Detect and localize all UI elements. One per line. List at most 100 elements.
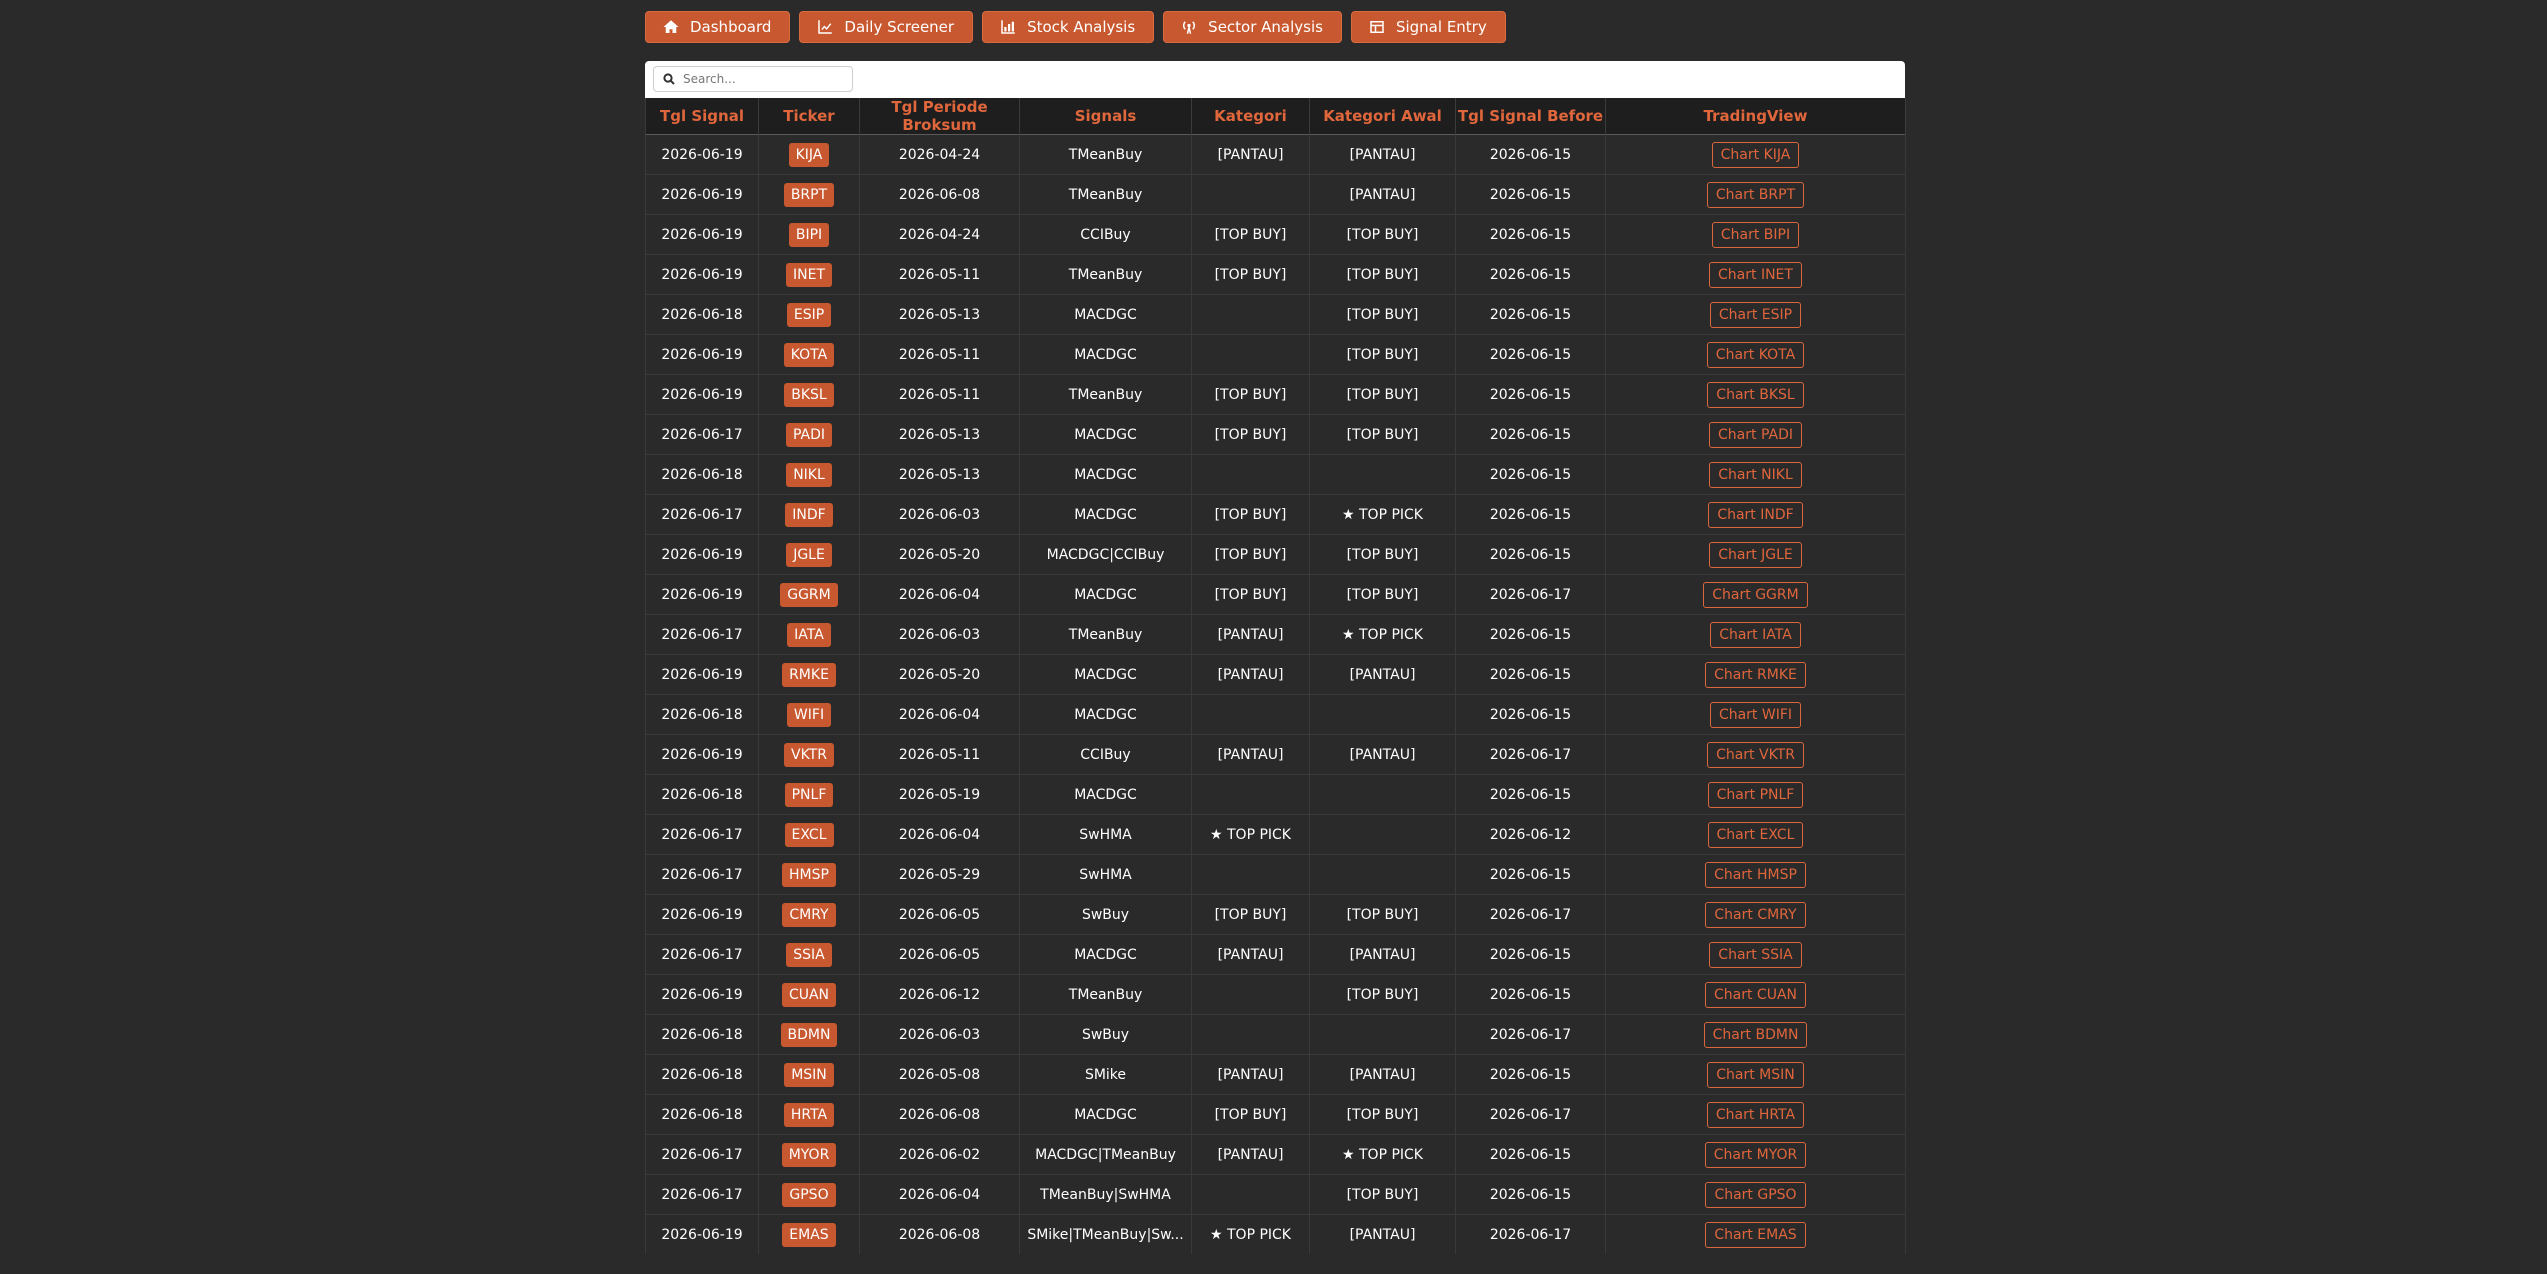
tradingview-chart-button[interactable]: Chart GPSO [1705, 1181, 1806, 1208]
ticker-badge[interactable]: GPSO [782, 1182, 836, 1207]
column-header-tgl-periode-broksum[interactable]: Tgl Periode Broksum [859, 98, 1020, 135]
tradingview-chart-button[interactable]: Chart RMKE [1705, 661, 1806, 688]
table-row: 2026-06-19 RMKE 2026-05-20 MACDGC [PANTAU] [P… [645, 654, 1906, 695]
column-header-kategori-awal[interactable]: Kategori Awal [1309, 98, 1456, 135]
column-header-signals[interactable]: Signals [1019, 98, 1192, 135]
cell-tgl-signal-before: 2026-06-15 [1455, 654, 1606, 695]
tradingview-chart-button[interactable]: Chart KIJA [1711, 141, 1800, 168]
ticker-badge[interactable]: HMSP [782, 862, 836, 887]
tradingview-chart-button[interactable]: Chart IATA [1710, 621, 1801, 648]
tradingview-chart-button[interactable]: Chart EMAS [1705, 1221, 1806, 1248]
ticker-badge[interactable]: CUAN [781, 982, 837, 1007]
ticker-badge[interactable]: MYOR [781, 1142, 837, 1167]
ticker-badge[interactable]: WIFI [786, 702, 832, 727]
tradingview-chart-button[interactable]: Chart PNLF [1707, 781, 1804, 808]
tradingview-chart-button[interactable]: Chart SSIA [1709, 941, 1802, 968]
tradingview-chart-button[interactable]: Chart EXCL [1707, 821, 1804, 848]
ticker-badge[interactable]: PNLF [784, 782, 834, 807]
nav-signal-entry-button[interactable]: Signal Entry [1350, 11, 1506, 43]
column-header-tradingview[interactable]: TradingView [1605, 98, 1906, 135]
table-row: 2026-06-17 EXCL 2026-06-04 SwHMA ★ TOP PICK 2… [645, 814, 1906, 855]
search-box[interactable] [653, 66, 853, 92]
ticker-badge[interactable]: VKTR [784, 742, 834, 767]
ticker-badge[interactable]: ESIP [786, 302, 832, 327]
tradingview-chart-button[interactable]: Chart HMSP [1705, 861, 1806, 888]
tradingview-chart-button[interactable]: Chart GGRM [1703, 581, 1808, 608]
tradingview-chart-button[interactable]: Chart BIPI [1711, 221, 1800, 248]
cell-tgl-signal: 2026-06-18 [645, 1094, 759, 1135]
tradingview-chart-button[interactable]: Chart CUAN [1705, 981, 1806, 1008]
cell-kategori-awal: [TOP BUY] [1309, 414, 1456, 455]
ticker-badge[interactable]: RMKE [782, 662, 836, 687]
tradingview-chart-button[interactable]: Chart ESIP [1709, 301, 1802, 328]
ticker-badge[interactable]: CMRY [782, 902, 836, 927]
ticker-badge[interactable]: PADI [785, 422, 833, 447]
ticker-badge[interactable]: INET [786, 262, 832, 287]
tradingview-chart-button[interactable]: Chart INET [1709, 261, 1802, 288]
ticker-badge[interactable]: KOTA [783, 342, 835, 367]
tradingview-chart-button[interactable]: Chart MYOR [1704, 1141, 1807, 1168]
table-row: 2026-06-18 PNLF 2026-05-19 MACDGC 2026-06-15… [645, 774, 1906, 815]
top-nav: Dashboard Daily Screener Stock Analysis Sec… [645, 11, 1506, 43]
nav-stock-analysis-button[interactable]: Stock Analysis [982, 11, 1155, 43]
tradingview-chart-button[interactable]: Chart CMRY [1705, 901, 1806, 928]
tradingview-chart-button[interactable]: Chart HRTA [1706, 1101, 1805, 1128]
search-input[interactable] [681, 71, 835, 87]
ticker-badge[interactable]: SSIA [786, 942, 832, 967]
tradingview-chart-button[interactable]: Chart NIKL [1709, 461, 1802, 488]
cell-kategori: ★ TOP PICK [1191, 814, 1310, 855]
column-header-tgl-signal-before[interactable]: Tgl Signal Before [1455, 98, 1606, 135]
cell-tgl-signal-before: 2026-06-15 [1455, 414, 1606, 455]
cell-signals: TMeanBuy [1019, 974, 1192, 1015]
ticker-badge[interactable]: GGRM [780, 582, 838, 607]
nav-daily-screener-button[interactable]: Daily Screener [799, 11, 974, 43]
cell-ticker: RMKE [758, 654, 860, 695]
cell-ticker: MYOR [758, 1134, 860, 1175]
tradingview-chart-button[interactable]: Chart BDMN [1703, 1021, 1808, 1048]
cell-tgl-periode-broksum: 2026-06-02 [859, 1134, 1020, 1175]
tradingview-chart-button[interactable]: Chart VKTR [1707, 741, 1804, 768]
tradingview-chart-button[interactable]: Chart WIFI [1709, 701, 1802, 728]
ticker-badge[interactable]: BIPI [788, 222, 830, 247]
ticker-badge[interactable]: JGLE [786, 542, 832, 567]
cell-tradingview: Chart BDMN [1605, 1014, 1906, 1055]
tradingview-chart-button[interactable]: Chart JGLE [1709, 541, 1802, 568]
ticker-badge[interactable]: KIJA [788, 142, 830, 167]
cell-tgl-periode-broksum: 2026-05-29 [859, 854, 1020, 895]
tradingview-chart-button[interactable]: Chart INDF [1708, 501, 1803, 528]
table-row: 2026-06-19 BIPI 2026-04-24 CCIBuy [TOP BUY][… [645, 214, 1906, 255]
tradingview-chart-button[interactable]: Chart BRPT [1706, 181, 1805, 208]
cell-kategori: [TOP BUY] [1191, 374, 1310, 415]
column-header-tgl-signal[interactable]: Tgl Signal [645, 98, 759, 135]
cell-tgl-signal-before: 2026-06-15 [1455, 1134, 1606, 1175]
ticker-badge[interactable]: BDMN [780, 1022, 838, 1047]
ticker-badge[interactable]: IATA [787, 622, 831, 647]
cell-kategori-awal [1309, 1014, 1456, 1055]
ticker-badge[interactable]: BKSL [784, 382, 834, 407]
cell-tradingview: Chart ESIP [1605, 294, 1906, 335]
tradingview-chart-button[interactable]: Chart MSIN [1707, 1061, 1804, 1088]
cell-tgl-periode-broksum: 2026-06-03 [859, 494, 1020, 535]
nav-sector-analysis-button[interactable]: Sector Analysis [1163, 11, 1342, 43]
tradingview-chart-button[interactable]: Chart KOTA [1706, 341, 1805, 368]
cell-ticker: CMRY [758, 894, 860, 935]
ticker-badge[interactable]: EXCL [784, 822, 834, 847]
ticker-badge[interactable]: EMAS [782, 1222, 836, 1247]
tradingview-chart-button[interactable]: Chart PADI [1709, 421, 1802, 448]
column-header-ticker[interactable]: Ticker [758, 98, 860, 135]
ticker-badge[interactable]: BRPT [783, 182, 835, 207]
nav-dashboard-button[interactable]: Dashboard [645, 11, 791, 43]
ticker-badge[interactable]: MSIN [784, 1062, 834, 1087]
cell-kategori: [TOP BUY] [1191, 894, 1310, 935]
cell-tgl-signal: 2026-06-17 [645, 814, 759, 855]
ticker-badge[interactable]: INDF [785, 502, 833, 527]
tradingview-chart-button[interactable]: Chart BKSL [1707, 381, 1804, 408]
table-header-row: Tgl Signal Ticker Tgl Periode Broksum Signa… [645, 98, 1906, 135]
cell-ticker: KIJA [758, 134, 860, 175]
ticker-badge[interactable]: HRTA [783, 1102, 835, 1127]
column-header-kategori[interactable]: Kategori [1191, 98, 1310, 135]
table-row: 2026-06-19 INET 2026-05-11 TMeanBuy [TOP BUY… [645, 254, 1906, 295]
ticker-badge[interactable]: NIKL [786, 462, 832, 487]
search-icon [663, 73, 675, 85]
cell-tgl-periode-broksum: 2026-06-05 [859, 894, 1020, 935]
